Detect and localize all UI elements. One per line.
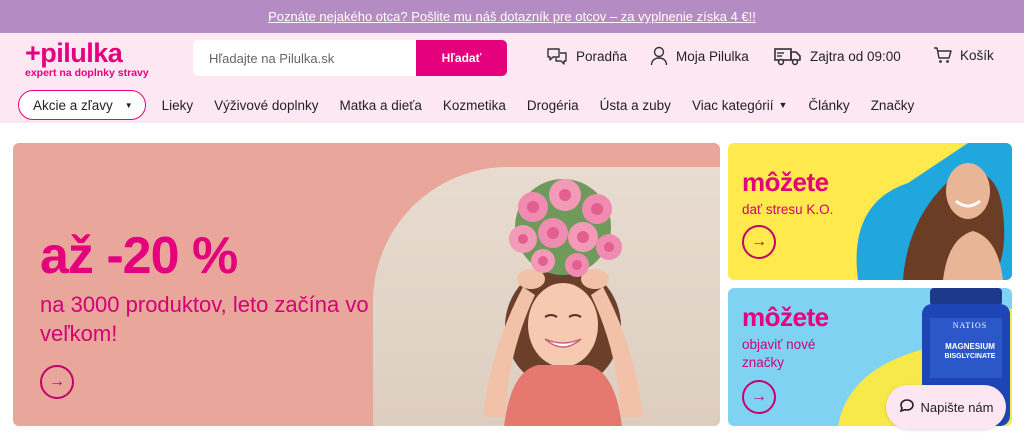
supplement-brand: NATIOS <box>952 321 988 330</box>
nav-promo-label: Akcie a zľavy <box>33 97 113 113</box>
logo-tagline: expert na doplnky stravy <box>25 67 149 79</box>
supplement-line1: MAGNESIUM <box>945 342 995 351</box>
nav-item-clanky[interactable]: Články <box>808 98 849 113</box>
hero-photo-woman-flowers <box>373 167 720 426</box>
hero-subtitle: na 3000 produktov, leto začína vo veľkom… <box>40 292 369 346</box>
advice-link[interactable]: Poradňa <box>546 46 627 66</box>
nav-promo-dropdown[interactable]: Akcie a zľavy ▼ <box>18 90 146 120</box>
truck-icon <box>774 46 802 66</box>
main-nav: Akcie a zľavy ▼ Lieky Výživové doplnky M… <box>18 90 935 120</box>
hero-title: až -20 % <box>40 227 238 285</box>
logo[interactable]: +pilulka expert na doplnky stravy <box>25 39 149 79</box>
card-brands-subtitle: objaviť nové značky <box>742 337 816 370</box>
supplement-line2: BISGLYCINATE <box>944 353 996 360</box>
nav-item-kozmetika[interactable]: Kozmetika <box>443 98 506 113</box>
cart-link[interactable]: Košík <box>933 46 994 64</box>
nav-item-usta-zuby[interactable]: Ústa a zuby <box>600 98 671 113</box>
card-brands-arrow-button[interactable]: → <box>742 380 776 414</box>
hero-banner[interactable]: až -20 % na 3000 produktov, leto začína … <box>13 143 720 426</box>
delivery-label: Zajtra od 09:00 <box>810 48 901 64</box>
promo-topbar-link[interactable]: Poznáte nejakého otca? Pošlite mu náš do… <box>268 9 756 24</box>
card-stress-arrow-button[interactable]: → <box>742 225 776 259</box>
card-stress-title: môžete <box>742 167 829 197</box>
card-brands-title: môžete <box>742 302 829 332</box>
cart-label: Košík <box>960 47 994 63</box>
nav-item-znacky[interactable]: Značky <box>871 98 915 113</box>
supplement-label: NATIOS MAGNESIUM BISGLYCINATE <box>930 321 1010 360</box>
card-photo-woman <box>856 143 1012 280</box>
arrow-right-icon: → <box>49 373 65 390</box>
triangle-down-icon: ▼ <box>778 100 788 110</box>
nav-item-more-categories[interactable]: Viac kategórií ▼ <box>692 98 787 113</box>
cart-icon <box>933 46 952 64</box>
account-link[interactable]: Moja Pilulka <box>650 46 749 66</box>
nav-item-matka[interactable]: Matka a dieťa <box>339 98 421 113</box>
logo-wordmark: +pilulka <box>25 38 123 68</box>
site-header: +pilulka expert na doplnky stravy Hľadať… <box>0 33 1024 123</box>
nav-item-doplnky[interactable]: Výživové doplnky <box>214 98 318 113</box>
chat-bubbles-icon <box>546 46 568 66</box>
chat-label: Napište nám <box>920 399 994 415</box>
promo-card-stress[interactable]: môžete dať stresu K.O. → <box>728 143 1012 280</box>
arrow-right-icon: → <box>751 388 767 405</box>
advice-label: Poradňa <box>576 48 628 64</box>
chat-icon <box>899 398 915 417</box>
nav-item-lieky[interactable]: Lieky <box>162 98 194 113</box>
search-input[interactable] <box>193 40 416 76</box>
promo-topbar: Poznáte nejakého otca? Pošlite mu náš do… <box>0 0 1024 33</box>
user-icon <box>650 46 668 66</box>
hero-arrow-button[interactable]: → <box>40 365 74 399</box>
search-button[interactable]: Hľadať <box>416 40 507 76</box>
chevron-down-icon: ▼ <box>124 100 133 110</box>
arrow-right-icon: → <box>751 233 767 250</box>
card-stress-subtitle: dať stresu K.O. <box>742 202 834 217</box>
search-bar: Hľadať <box>193 40 507 76</box>
nav-more-label: Viac kategórií <box>691 97 774 113</box>
account-label: Moja Pilulka <box>676 48 749 64</box>
delivery-link[interactable]: Zajtra od 09:00 <box>774 46 901 66</box>
chat-widget-button[interactable]: Napište nám <box>886 385 1006 429</box>
nav-item-drogeria[interactable]: Drogéria <box>527 98 579 113</box>
